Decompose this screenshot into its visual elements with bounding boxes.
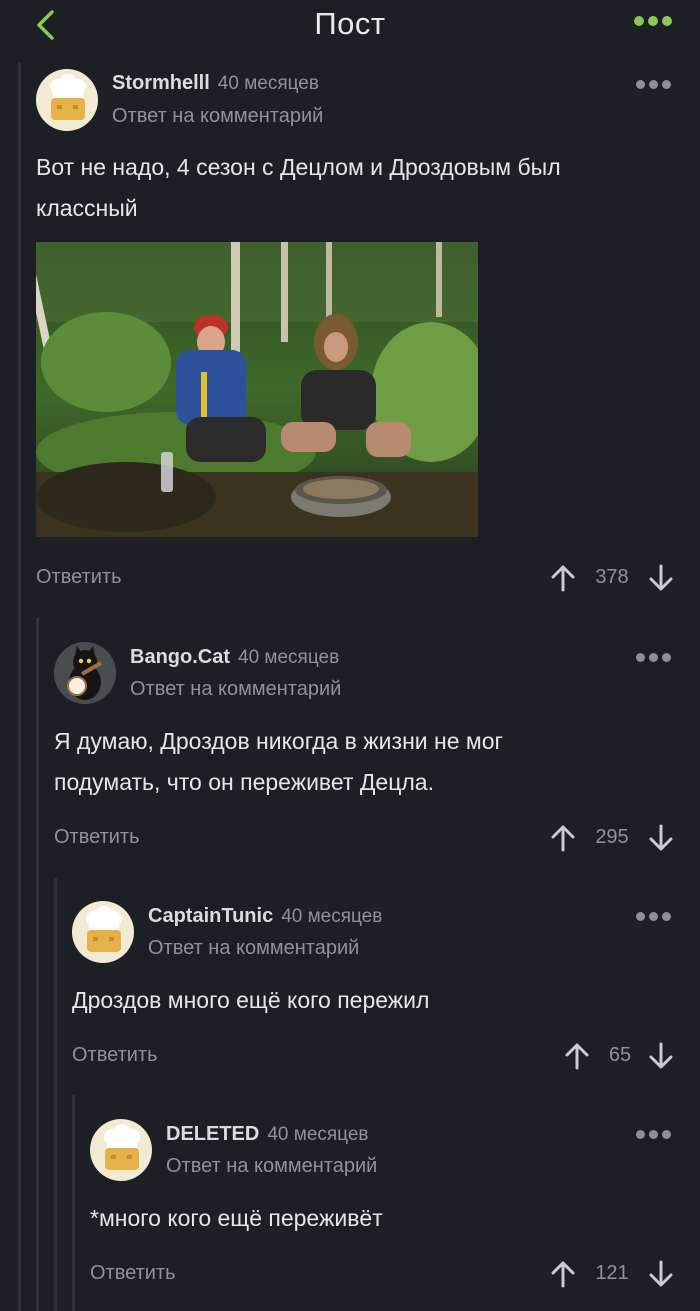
chef-hat-avatar-icon: [86, 906, 122, 952]
comment-time: 40 месяцев: [281, 906, 383, 927]
upvote-arrow-icon[interactable]: [550, 824, 576, 852]
upvote-arrow-icon[interactable]: [564, 1042, 590, 1070]
reply-button[interactable]: Ответить: [90, 1262, 176, 1285]
avatar[interactable]: [72, 901, 134, 963]
page-title: Пост: [314, 6, 386, 41]
rating-count: 378: [595, 566, 629, 588]
upvote-arrow-icon[interactable]: [550, 1260, 576, 1288]
reply-to-label[interactable]: Ответ на комментарий: [166, 1155, 377, 1178]
downvote-arrow-icon[interactable]: [648, 1260, 674, 1288]
thread-line: [72, 1095, 75, 1311]
reply-to-label[interactable]: Ответ на комментарий: [148, 937, 359, 960]
comment-author[interactable]: Stormhelll 40 месяцев: [112, 72, 319, 95]
thread-line: [36, 618, 39, 1311]
comment-time: 40 месяцев: [267, 1124, 369, 1145]
more-options-icon[interactable]: [634, 16, 672, 26]
reply-to-label[interactable]: Ответ на комментарий: [112, 105, 323, 128]
downvote-arrow-icon[interactable]: [648, 1042, 674, 1070]
comment-author[interactable]: CaptainTunic 40 месяцев: [148, 905, 382, 928]
comment-more-icon[interactable]: [636, 912, 671, 921]
comment-author[interactable]: Bango.Cat 40 месяцев: [130, 646, 339, 669]
comment-more-icon[interactable]: [636, 1130, 671, 1139]
downvote-arrow-icon[interactable]: [648, 824, 674, 852]
avatar[interactable]: [54, 642, 116, 704]
thread-line: [18, 62, 21, 1311]
cat-with-banjo-avatar-icon: [54, 642, 116, 704]
comment-more-icon[interactable]: [636, 80, 671, 89]
avatar[interactable]: [36, 69, 98, 131]
rating-count: 65: [608, 1044, 632, 1066]
comment-author[interactable]: DELETED 40 месяцев: [166, 1123, 369, 1146]
chef-hat-avatar-icon: [50, 74, 86, 120]
rating-count: 121: [595, 1262, 629, 1284]
comment-text: Я думаю, Дроздов никогда в жизни не мог …: [54, 728, 503, 795]
reply-button[interactable]: Ответить: [72, 1044, 158, 1067]
reply-button[interactable]: Ответить: [54, 826, 140, 849]
comment-time: 40 месяцев: [238, 647, 340, 668]
reply-button[interactable]: Ответить: [36, 566, 122, 589]
comment-text: Вот не надо, 4 сезон с Децлом и Дроздовы…: [36, 154, 561, 221]
reply-to-label[interactable]: Ответ на комментарий: [130, 678, 341, 701]
downvote-arrow-icon[interactable]: [648, 564, 674, 592]
chef-hat-avatar-icon: [104, 1124, 140, 1170]
upvote-arrow-icon[interactable]: [550, 564, 576, 592]
comment-time: 40 месяцев: [217, 73, 319, 94]
thread-line: [54, 878, 57, 1311]
comment-text: *много кого ещё переживёт: [90, 1205, 383, 1231]
comment-more-icon[interactable]: [636, 653, 671, 662]
top-bar: Пост: [0, 0, 700, 56]
avatar[interactable]: [90, 1119, 152, 1181]
comment-text: Дроздов много ещё кого пережил: [72, 987, 430, 1013]
rating-count: 295: [595, 826, 629, 848]
comment-image[interactable]: [36, 242, 478, 537]
